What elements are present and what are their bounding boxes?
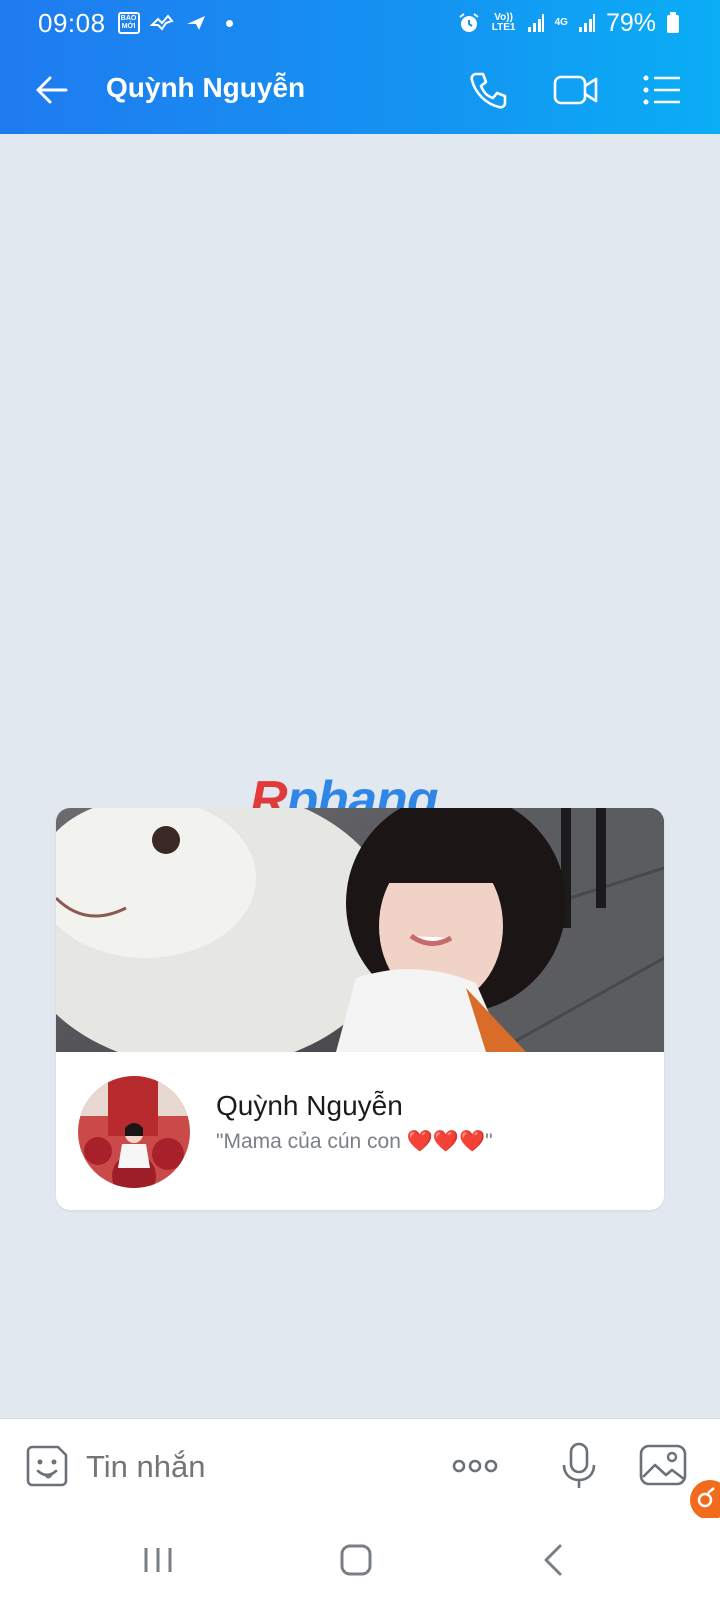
- more-icon[interactable]: [450, 1441, 500, 1491]
- microphone-icon[interactable]: [554, 1441, 604, 1491]
- cover-photo-image: [56, 808, 664, 1052]
- network-label: 4G: [554, 17, 568, 28]
- link-icon: [697, 1487, 715, 1508]
- alarm-icon: [459, 13, 479, 32]
- chat-header: Quỳnh Nguyễn: [0, 46, 720, 134]
- floating-badge-icon[interactable]: [690, 1480, 720, 1520]
- system-icons: Vo)) LTE1 4G 79%: [457, 9, 680, 38]
- avatar-image: [78, 1076, 190, 1188]
- recent-apps-icon[interactable]: [138, 1542, 178, 1578]
- baomoi-app-icon: BÁO MỚI: [117, 12, 140, 34]
- profile-status: "Mama của cún con ❤️❤️❤️": [216, 1130, 493, 1153]
- notification-icons: BÁO MỚI: [117, 12, 233, 34]
- status-bar: 09:08 BÁO MỚI Vo)) LTE1 4G 79%: [0, 0, 720, 46]
- contact-name-title[interactable]: Quỳnh Nguyễn: [106, 72, 305, 104]
- back-arrow-icon[interactable]: [34, 72, 70, 108]
- battery-percent: 79%: [605, 8, 656, 37]
- profile-name: Quỳnh Nguyễn: [216, 1090, 403, 1121]
- status-time: 09:08: [38, 7, 106, 38]
- system-nav-bar: [0, 1518, 720, 1600]
- message-input-bar: [0, 1418, 720, 1518]
- menu-list-icon[interactable]: [640, 68, 684, 112]
- bird-app-icon: [149, 14, 174, 31]
- more-notifications-dot: [225, 19, 233, 27]
- signal-icon-2: [578, 14, 595, 32]
- plane-app-icon: [186, 16, 205, 30]
- signal-icon: [527, 14, 544, 32]
- profile-card[interactable]: Quỳnh Nguyễn "Mama của cún con ❤️❤️❤️": [56, 808, 664, 1210]
- sticker-icon[interactable]: [24, 1443, 70, 1489]
- profile-avatar[interactable]: [78, 1076, 190, 1188]
- image-icon[interactable]: [638, 1441, 688, 1491]
- volte-label: Vo)) LTE1: [491, 12, 516, 33]
- message-input[interactable]: [86, 1449, 416, 1485]
- top-bar: 09:08 BÁO MỚI Vo)) LTE1 4G 79% Quỳnh Ngu…: [0, 0, 720, 134]
- home-icon[interactable]: [336, 1542, 376, 1578]
- phone-icon[interactable]: [466, 68, 510, 112]
- back-icon[interactable]: [534, 1542, 574, 1578]
- chat-screen: 09:08 BÁO MỚI Vo)) LTE1 4G 79% Quỳnh Ngu…: [0, 0, 720, 1600]
- battery-icon: [667, 12, 679, 33]
- cover-photo[interactable]: [56, 808, 664, 1052]
- video-call-icon[interactable]: [552, 68, 600, 112]
